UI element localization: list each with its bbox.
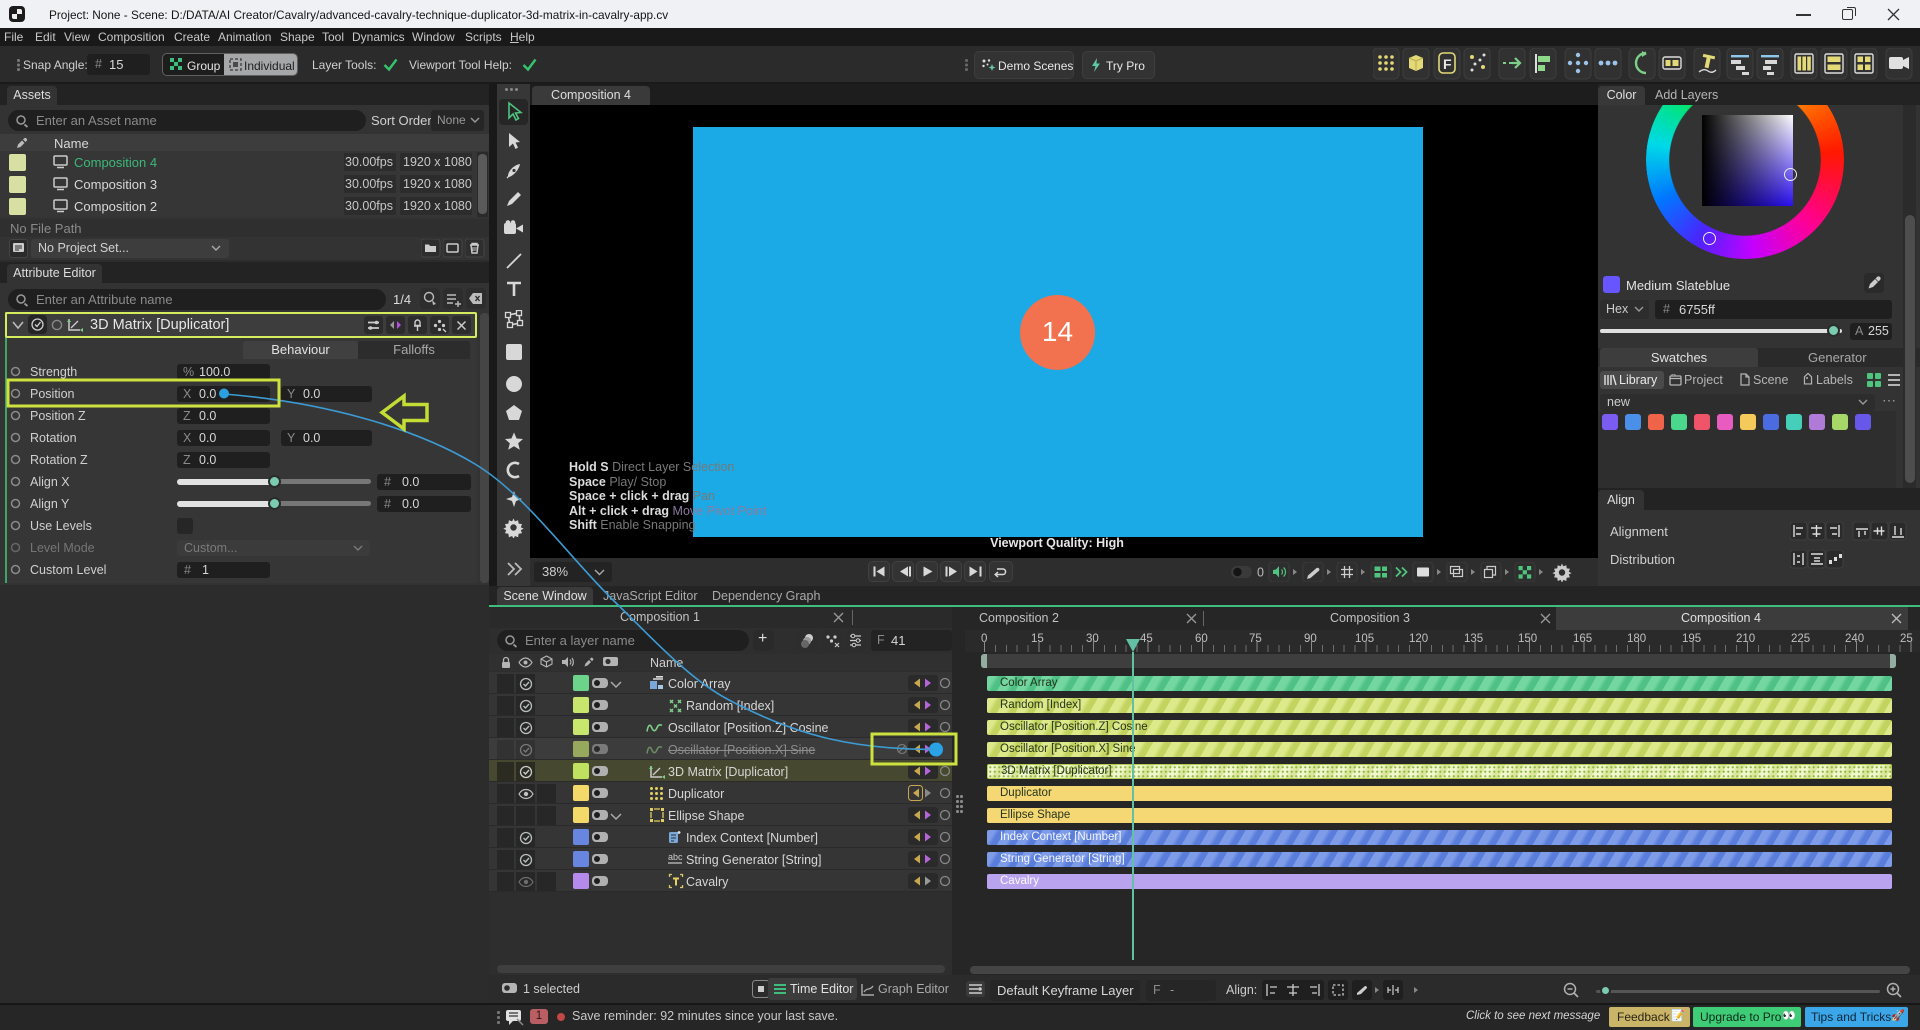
- svg-text:abc: abc: [668, 852, 683, 862]
- svg-text:0: 0: [1257, 566, 1264, 580]
- svg-text:F: F: [1443, 56, 1452, 72]
